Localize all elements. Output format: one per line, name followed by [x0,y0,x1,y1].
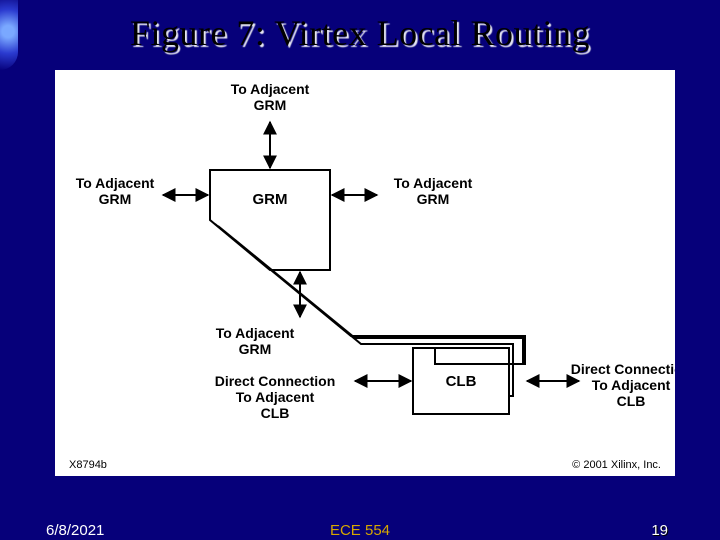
clb-box-label: CLB [446,373,477,390]
label-direct-right: Direct ConnectionTo AdjacentCLB [571,361,675,409]
label-adj-grm-top: To AdjacentGRM [231,81,310,113]
footer-page: 19 [651,522,668,539]
label-adj-grm-right: To AdjacentGRM [394,175,473,207]
figure-id: X8794b [69,459,107,471]
label-adj-grm-left: To AdjacentGRM [76,175,155,207]
label-adj-grm-bottom: To AdjacentGRM [216,325,295,357]
slide: Figure 7: Virtex Local Routing GRM CLB [0,0,720,540]
copyright: © 2001 Xilinx, Inc. [572,459,661,471]
routing-diagram: GRM CLB [55,70,675,476]
grm-box [210,170,330,270]
slide-title: Figure 7: Virtex Local Routing [0,12,720,54]
footer-course: ECE 554 [0,522,720,539]
grm-box-label: GRM [253,191,288,208]
